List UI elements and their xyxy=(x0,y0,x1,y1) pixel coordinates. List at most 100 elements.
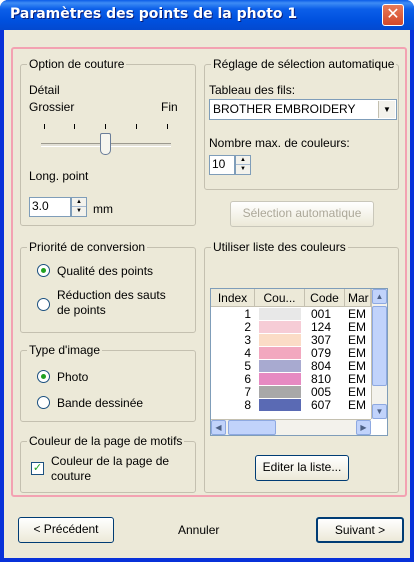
detail-slider[interactable] xyxy=(41,121,171,161)
horizontal-scrollbar[interactable]: ◀ ▶ xyxy=(211,419,371,435)
row-brand: EM xyxy=(348,373,366,385)
row-brand: EM xyxy=(348,308,366,320)
row-color-swatch xyxy=(259,334,301,346)
row-index: 3 xyxy=(244,334,251,346)
hscroll-thumb[interactable] xyxy=(228,420,276,435)
table-row[interactable]: 4 079 EM xyxy=(211,347,371,359)
max-colors-label: Nombre max. de couleurs: xyxy=(209,136,350,150)
row-code: 124 xyxy=(311,321,332,333)
page-color-checkbox[interactable]: ✓ xyxy=(31,462,44,475)
scroll-left-icon[interactable]: ◀ xyxy=(211,420,226,435)
radio-cartoon[interactable] xyxy=(37,396,50,409)
stepper-down-icon[interactable]: ▼ xyxy=(72,207,86,216)
row-color-swatch xyxy=(259,347,301,359)
column-code[interactable]: Code xyxy=(305,289,345,307)
previous-button[interactable]: < Précédent xyxy=(18,517,114,543)
stepper-down-icon[interactable]: ▼ xyxy=(236,165,250,174)
row-code: 005 xyxy=(311,386,332,398)
stepper-up-icon[interactable]: ▲ xyxy=(236,156,250,165)
row-color-swatch xyxy=(259,399,301,411)
row-index: 2 xyxy=(244,321,251,333)
conversion-priority-legend: Priorité de conversion xyxy=(27,240,148,254)
radio-jump-reduction-label[interactable]: Réduction des sauts de points xyxy=(57,288,167,318)
row-color-swatch xyxy=(259,386,301,398)
row-code: 001 xyxy=(311,308,332,320)
max-colors-input[interactable]: 10 xyxy=(209,155,235,175)
stitch-option-legend: Option de couture xyxy=(27,57,127,71)
checkmark-icon: ✓ xyxy=(32,462,43,474)
row-brand: EM xyxy=(348,360,366,372)
page-color-checkbox-label[interactable]: Couleur de la page de couture xyxy=(51,454,171,484)
row-color-swatch xyxy=(259,373,301,385)
pattern-page-color-legend: Couleur de la page de motifs xyxy=(27,434,185,448)
detail-label: Détail xyxy=(29,83,60,97)
column-brand[interactable]: Mar xyxy=(345,289,371,307)
slider-ticks xyxy=(41,124,171,130)
row-code: 079 xyxy=(311,347,332,359)
cancel-button[interactable]: Annuler xyxy=(178,523,219,537)
stitch-length-stepper[interactable]: ▲ ▼ xyxy=(71,197,87,217)
radio-jump-reduction[interactable] xyxy=(37,298,50,311)
row-color-swatch xyxy=(259,360,301,372)
thread-chart-select[interactable]: BROTHER EMBROIDERY ▼ xyxy=(209,99,397,120)
window-title: Paramètres des points de la photo 1 xyxy=(10,6,298,22)
table-row[interactable]: 7 005 EM xyxy=(211,386,371,398)
table-row[interactable]: 6 810 EM xyxy=(211,373,371,385)
scroll-thumb[interactable] xyxy=(372,306,387,386)
table-row[interactable]: 2 124 EM xyxy=(211,321,371,333)
row-brand: EM xyxy=(348,334,366,346)
row-color-swatch xyxy=(259,308,301,320)
chevron-down-icon[interactable]: ▼ xyxy=(378,101,395,118)
table-row[interactable]: 8 607 EM xyxy=(211,399,371,411)
scroll-down-icon[interactable]: ▼ xyxy=(372,404,387,419)
conversion-priority-group: Priorité de conversion Qualité des point… xyxy=(20,240,196,333)
row-index: 5 xyxy=(244,360,251,372)
row-brand: EM xyxy=(348,386,366,398)
radio-photo[interactable] xyxy=(37,370,50,383)
auto-select-group: Réglage de sélection automatique Tableau… xyxy=(204,57,399,190)
row-code: 307 xyxy=(311,334,332,346)
radio-photo-label[interactable]: Photo xyxy=(57,370,88,384)
coarse-label: Grossier xyxy=(29,100,75,114)
stitch-length-input[interactable]: 3.0 xyxy=(29,197,71,217)
image-type-group: Type d'image Photo Bande dessinée xyxy=(20,343,196,422)
row-index: 7 xyxy=(244,386,251,398)
table-row[interactable]: 5 804 EM xyxy=(211,360,371,372)
scroll-up-icon[interactable]: ▲ xyxy=(372,289,387,304)
pattern-page-color-group: Couleur de la page de motifs ✓ Couleur d… xyxy=(20,434,196,493)
slider-thumb[interactable] xyxy=(100,133,111,155)
row-color-swatch xyxy=(259,321,301,333)
vertical-scrollbar[interactable]: ▲ ▼ xyxy=(371,289,387,419)
fine-label: Fin xyxy=(161,100,178,114)
max-colors-stepper[interactable]: ▲ ▼ xyxy=(235,155,251,175)
radio-quality-label[interactable]: Qualité des points xyxy=(57,264,153,278)
close-button[interactable]: ✕ xyxy=(382,4,404,26)
title-bar[interactable]: Paramètres des points de la photo 1 ✕ xyxy=(0,0,414,30)
radio-quality[interactable] xyxy=(37,264,50,277)
dialog-window: Paramètres des points de la photo 1 ✕ Op… xyxy=(0,0,414,562)
row-brand: EM xyxy=(348,321,366,333)
unit-label: mm xyxy=(93,202,113,216)
edit-list-button[interactable]: Editer la liste... xyxy=(255,455,349,481)
table-row[interactable]: 1 001 EM xyxy=(211,308,371,320)
column-color[interactable]: Cou... xyxy=(255,289,305,307)
table-body: 1 001 EM 2 124 EM 3 307 EM 4 079 EM 5 804 EM 6 810 EM 7 005… xyxy=(211,308,371,418)
row-code: 804 xyxy=(311,360,332,372)
radio-cartoon-label[interactable]: Bande dessinée xyxy=(57,396,143,410)
row-index: 1 xyxy=(244,308,251,320)
scroll-right-icon[interactable]: ▶ xyxy=(356,420,371,435)
close-icon: ✕ xyxy=(386,6,400,23)
auto-select-legend: Réglage de sélection automatique xyxy=(211,57,397,71)
row-brand: EM xyxy=(348,347,366,359)
table-row[interactable]: 3 307 EM xyxy=(211,334,371,346)
stepper-up-icon[interactable]: ▲ xyxy=(72,198,86,207)
next-button[interactable]: Suivant > xyxy=(316,517,404,543)
row-code: 810 xyxy=(311,373,332,385)
color-list-table[interactable]: Index Cou... Code Mar 1 001 EM 2 124 EM 3 307 EM… xyxy=(210,288,388,436)
row-index: 8 xyxy=(244,399,251,411)
row-brand: EM xyxy=(348,399,366,411)
stitch-option-group: Option de couture Détail Grossier Fin Lo… xyxy=(20,57,196,226)
thread-chart-label: Tableau des fils: xyxy=(209,83,296,97)
column-index[interactable]: Index xyxy=(211,289,255,307)
auto-select-button[interactable]: Sélection automatique xyxy=(230,201,374,227)
